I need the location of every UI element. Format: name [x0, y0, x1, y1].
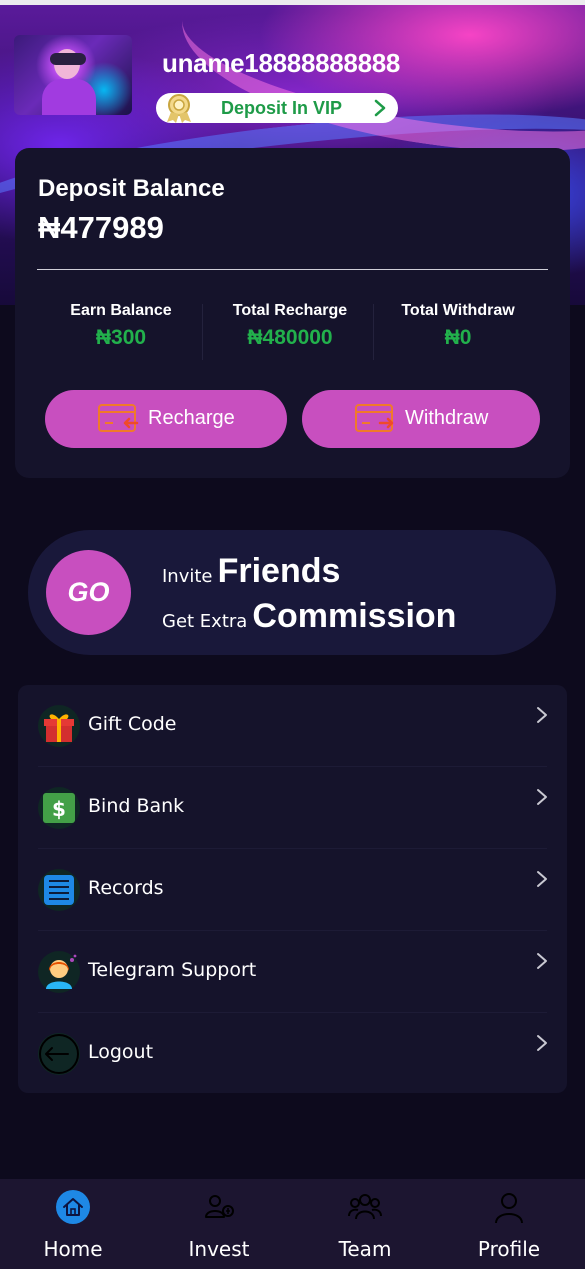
go-button[interactable]: GO: [46, 550, 131, 635]
stat-value: ₦480000: [247, 326, 333, 349]
tab-team[interactable]: Team: [292, 1179, 438, 1269]
tab-profile[interactable]: Profile: [436, 1179, 582, 1269]
menu-item-label: Telegram Support: [88, 959, 257, 981]
profile-icon: [495, 1193, 523, 1224]
card-in-icon: [98, 404, 139, 432]
chevron-right-icon: [537, 707, 547, 723]
tab-home[interactable]: Home: [0, 1179, 146, 1269]
recharge-button[interactable]: Recharge: [45, 390, 287, 448]
username: uname18888888888: [162, 48, 401, 78]
chevron-right-icon: [537, 953, 547, 969]
invite-big-text: Commission: [252, 597, 457, 635]
profile-menu: Gift Code $ Bind Bank Records Telegram S…: [18, 685, 567, 1093]
invite-big-text: Friends: [217, 552, 341, 590]
withdraw-button[interactable]: Withdraw: [302, 390, 540, 448]
tab-label: Invest: [188, 1237, 250, 1261]
chevron-right-icon: [537, 871, 547, 887]
invite-line-2: Get Extra Commission: [162, 597, 456, 636]
stat-value: ₦300: [95, 326, 147, 349]
invite-line-1: Invite Friends: [162, 552, 340, 591]
avatar[interactable]: [14, 35, 132, 115]
tab-label: Home: [43, 1237, 103, 1261]
menu-item-label: Records: [88, 877, 164, 899]
menu-item-label: Bind Bank: [88, 795, 185, 817]
stat-label: Total Withdraw: [401, 302, 515, 319]
bottom-tab-bar: Home Invest Team Profile: [0, 1179, 585, 1269]
recharge-label: Recharge: [148, 407, 235, 429]
deposit-vip-button[interactable]: Deposit In VIP: [156, 93, 398, 123]
stat-label: Earn Balance: [70, 302, 172, 319]
medal-icon: [167, 94, 191, 123]
divider: [37, 269, 548, 270]
logout-icon: [38, 1033, 80, 1075]
invite-small-text: Invite: [162, 566, 213, 587]
invite-friends-banner[interactable]: GO Invite Friends Get Extra Commission: [28, 530, 556, 655]
dollar-icon: $: [38, 787, 80, 829]
balance-card: Deposit Balance ₦477989 Earn Balance ₦30…: [15, 148, 570, 478]
team-icon: [348, 1194, 382, 1220]
invest-icon: [205, 1195, 234, 1218]
card-out-icon: [355, 404, 394, 432]
menu-item-telegram-support[interactable]: Telegram Support: [18, 931, 567, 1013]
menu-item-records[interactable]: Records: [18, 849, 567, 931]
svg-text:$: $: [52, 797, 66, 821]
total-withdraw-stat: Total Withdraw ₦0: [373, 302, 543, 350]
go-label: GO: [67, 577, 110, 607]
withdraw-label: Withdraw: [405, 407, 489, 429]
home-icon: [56, 1190, 90, 1224]
stat-label: Total Recharge: [232, 302, 348, 319]
deposit-balance-value: ₦477989: [38, 210, 164, 245]
stat-value: ₦0: [444, 326, 472, 349]
tab-label: Profile: [477, 1237, 541, 1261]
menu-item-bind-bank[interactable]: $ Bind Bank: [18, 767, 567, 849]
deposit-balance-label: Deposit Balance: [38, 175, 225, 202]
earn-balance-stat: Earn Balance ₦300: [36, 302, 206, 350]
tab-invest[interactable]: Invest: [146, 1179, 292, 1269]
list-icon: [38, 869, 80, 911]
total-recharge-stat: Total Recharge ₦480000: [205, 302, 375, 350]
invite-small-text: Get Extra: [162, 611, 248, 632]
tab-label: Team: [338, 1237, 392, 1261]
chevron-right-icon: [374, 99, 386, 117]
menu-item-gift-code[interactable]: Gift Code: [18, 685, 567, 767]
menu-item-logout[interactable]: Logout: [18, 1013, 567, 1095]
support-agent-icon: [38, 951, 80, 993]
divider: [202, 304, 203, 360]
chevron-right-icon: [537, 1035, 547, 1051]
menu-item-label: Gift Code: [88, 713, 177, 735]
deposit-vip-label: Deposit In VIP: [221, 98, 343, 118]
menu-item-label: Logout: [88, 1041, 154, 1063]
chevron-right-icon: [537, 789, 547, 805]
gift-icon: [38, 705, 80, 747]
